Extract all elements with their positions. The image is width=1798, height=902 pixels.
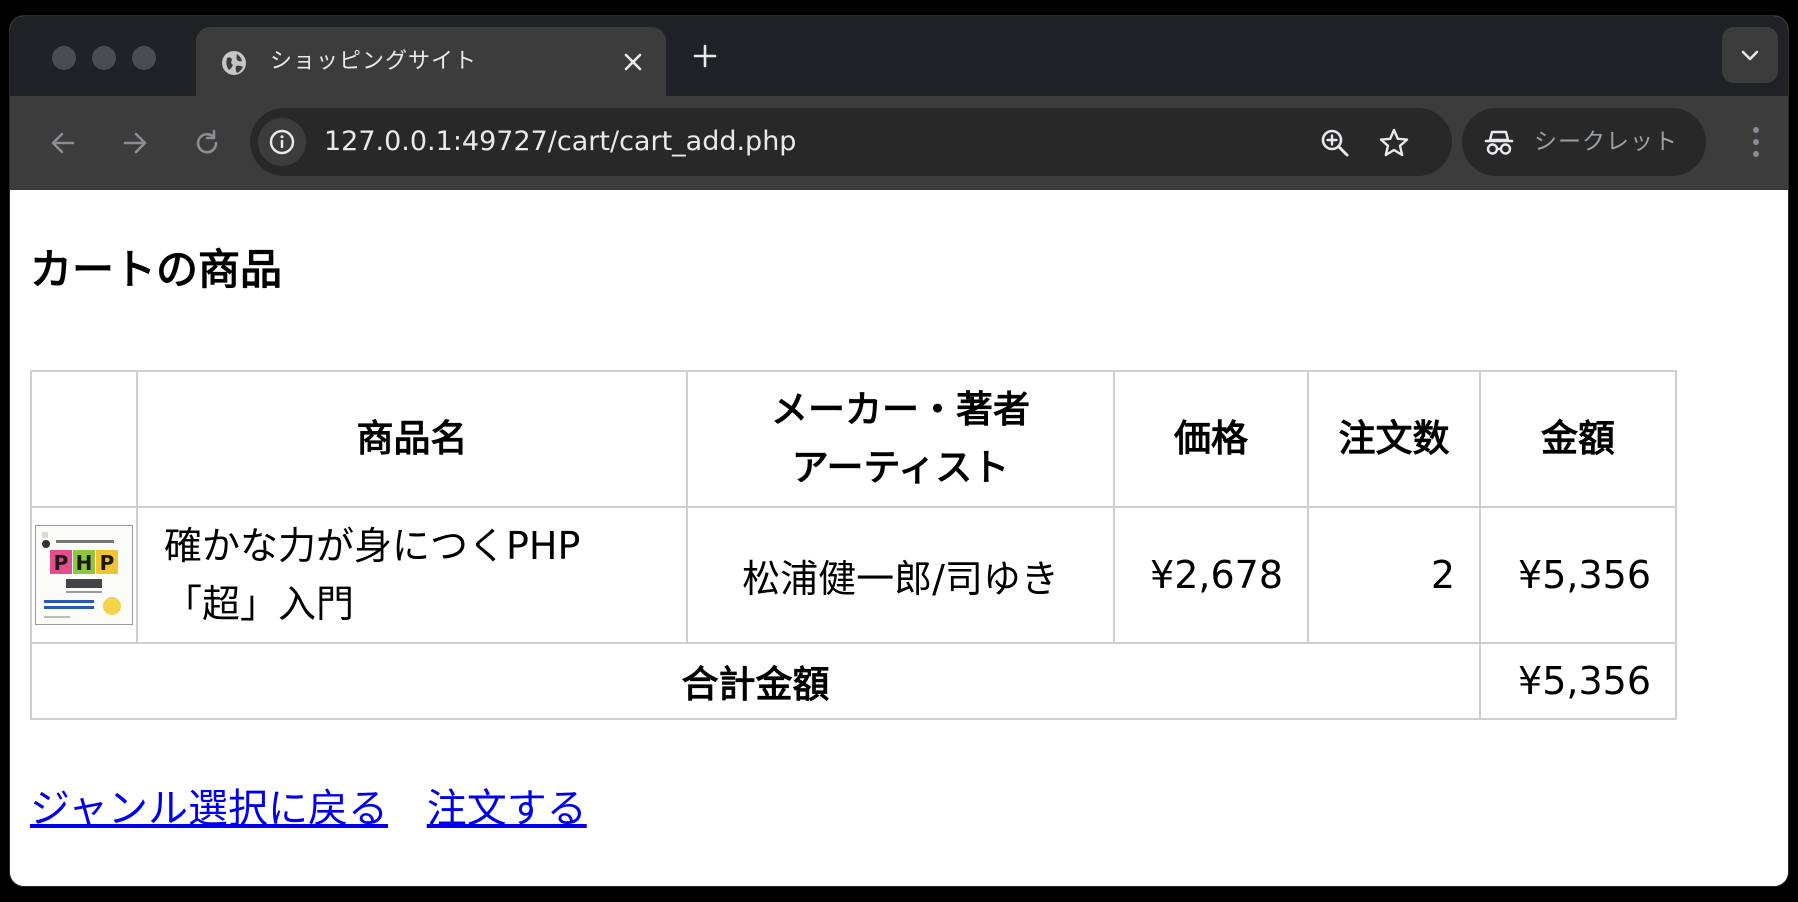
table-header-row: 商品名 メーカー・著者 アーティスト 価格 注文数 金額	[30, 370, 1677, 508]
active-tab[interactable]: ショッピングサイト	[196, 27, 666, 96]
page-links: ジャンル選択に戻る 注文する	[30, 776, 613, 834]
tab-search-button[interactable]	[1722, 27, 1778, 83]
kebab-icon[interactable]	[1752, 126, 1760, 158]
incognito-label: シークレット	[1534, 129, 1678, 155]
svg-text:P: P	[54, 551, 69, 575]
incognito-indicator[interactable]: シークレット	[1462, 108, 1706, 176]
tab-title: ショッピングサイト	[270, 49, 478, 74]
globe-icon	[222, 51, 246, 75]
header-quantity: 注文数	[1307, 370, 1481, 508]
site-info-button[interactable]	[258, 118, 306, 166]
table-row: P H P 確かな力が身につくPHP 「超」入門 松浦健一郎/司ゆき ¥2,67…	[30, 506, 1677, 644]
window-controls	[52, 46, 156, 70]
window-minimize-button[interactable]	[92, 46, 116, 70]
product-image-cell: P H P	[30, 506, 138, 644]
browser-toolbar: 127.0.0.1:49727/cart/cart_add.php シークレット	[10, 96, 1788, 190]
product-price: ¥2,678	[1113, 506, 1309, 644]
chevron-down-icon	[1741, 50, 1759, 61]
product-name-line2: 「超」入門	[164, 582, 355, 626]
info-icon	[269, 129, 295, 155]
product-name: 確かな力が身につくPHP 「超」入門	[136, 506, 688, 644]
incognito-icon	[1484, 130, 1514, 155]
svg-text:P: P	[100, 551, 115, 575]
total-value: ¥5,356	[1479, 642, 1677, 720]
address-bar[interactable]: 127.0.0.1:49727/cart/cart_add.php	[250, 108, 1452, 176]
product-maker: 松浦健一郎/司ゆき	[686, 506, 1115, 644]
header-maker-line2: アーティスト	[791, 446, 1010, 489]
page-content: カートの商品 商品名 メーカー・著者 アーティスト 価格 注文数 金額 P H …	[10, 190, 1788, 886]
window-close-button[interactable]	[52, 46, 76, 70]
header-amount: 金額	[1479, 370, 1677, 508]
header-image	[30, 370, 138, 508]
header-name: 商品名	[136, 370, 688, 508]
url-text[interactable]: 127.0.0.1:49727/cart/cart_add.php	[324, 108, 796, 176]
product-thumbnail[interactable]: P H P	[35, 525, 133, 625]
zoom-in-icon[interactable]	[1320, 128, 1350, 158]
tab-strip: ショッピングサイト	[10, 16, 1788, 96]
header-price: 価格	[1113, 370, 1309, 508]
total-row: 合計金額 ¥5,356	[30, 642, 1677, 720]
star-icon[interactable]	[1378, 127, 1410, 159]
cart-table: 商品名 メーカー・著者 アーティスト 価格 注文数 金額 P H P 確かな力が…	[30, 370, 1677, 720]
total-label: 合計金額	[30, 642, 1481, 720]
back-to-genre-link[interactable]: ジャンル選択に戻る	[30, 786, 388, 832]
order-link[interactable]: 注文する	[427, 786, 587, 832]
product-quantity: 2	[1307, 506, 1481, 644]
close-icon[interactable]	[622, 51, 644, 73]
header-maker-line1: メーカー・著者	[771, 388, 1030, 431]
arrow-right-icon[interactable]	[120, 128, 150, 158]
product-amount: ¥5,356	[1479, 506, 1677, 644]
reload-icon[interactable]	[192, 128, 222, 158]
window-zoom-button[interactable]	[132, 46, 156, 70]
product-name-line1: 確かな力が身につくPHP	[164, 524, 581, 568]
plus-icon[interactable]	[692, 43, 718, 69]
svg-text:H: H	[76, 551, 93, 575]
header-maker: メーカー・著者 アーティスト	[686, 370, 1115, 508]
arrow-left-icon[interactable]	[48, 128, 78, 158]
page-title: カートの商品	[30, 245, 283, 294]
browser-window: ショッピングサイト 127.0.0.1:49727/cart/cart_add.…	[10, 16, 1788, 886]
